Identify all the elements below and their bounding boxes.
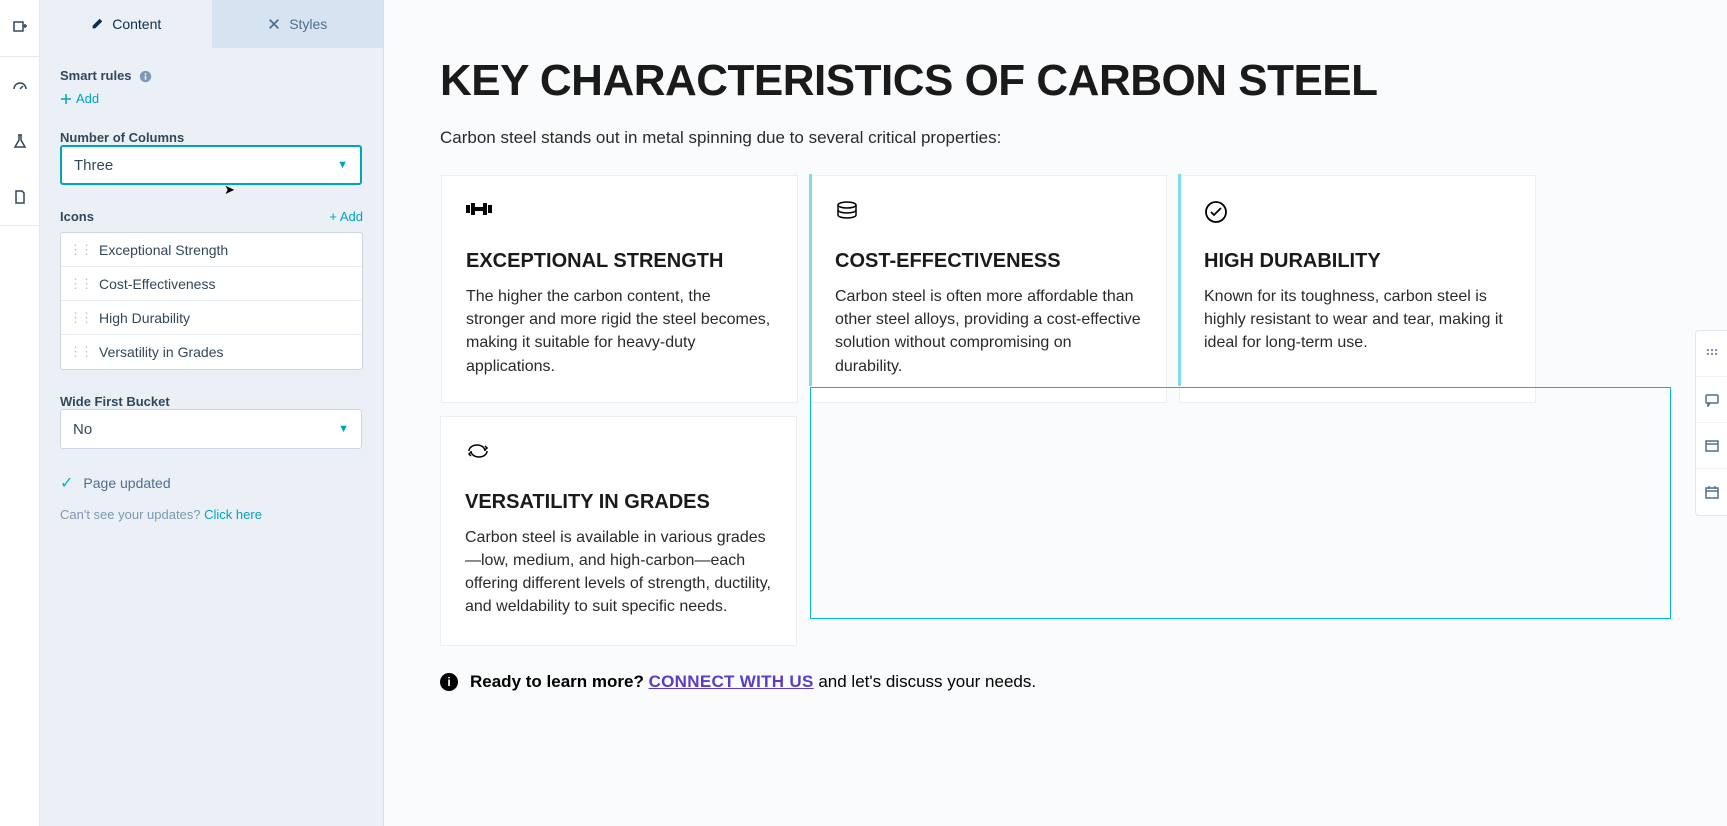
- right-rail: [1695, 330, 1727, 516]
- check-circle-icon: [1204, 200, 1511, 232]
- wide-first-select[interactable]: No ▼: [60, 409, 362, 449]
- drag-handle-icon[interactable]: ⋮⋮: [69, 242, 91, 258]
- wide-first-label: Wide First Bucket: [60, 394, 363, 409]
- hint-text: Can't see your updates? Click here: [60, 507, 363, 522]
- coins-icon: [835, 200, 1142, 232]
- footer-link[interactable]: CONNECT WITH US: [649, 672, 814, 691]
- sidebar-tabs: Content Styles: [40, 0, 383, 48]
- check-icon: ✓: [60, 473, 73, 493]
- card-body: Known for its toughness, carbon steel is…: [1204, 285, 1511, 355]
- rail-calendar-icon[interactable]: [1696, 469, 1727, 515]
- icons-add[interactable]: + Add: [329, 209, 363, 224]
- card-body: Carbon steel is often more affordable th…: [835, 285, 1142, 378]
- tab-content[interactable]: Content: [40, 0, 212, 48]
- list-item[interactable]: ⋮⋮Versatility in Grades: [61, 335, 362, 369]
- icons-label: Icons: [60, 209, 94, 224]
- page-heading: KEY CHARACTERISTICS OF CARBON STEEL: [440, 56, 1671, 106]
- footer-rest: and let's discuss your needs.: [814, 672, 1036, 691]
- rail-window-icon[interactable]: [1696, 423, 1727, 469]
- tab-styles-label: Styles: [289, 16, 327, 32]
- rail-gauge-icon[interactable]: [0, 57, 40, 113]
- card[interactable]: VERSATILITY IN GRADES Carbon steel is av…: [440, 416, 797, 646]
- footer-cta: i Ready to learn more? CONNECT WITH US a…: [440, 672, 1671, 692]
- drag-handle-icon[interactable]: ⋮⋮: [69, 344, 91, 360]
- footer-bold: Ready to learn more?: [470, 672, 644, 691]
- editor-sidebar: Content Styles Smart rules Add Number of…: [40, 0, 384, 826]
- card-title: VERSATILITY IN GRADES: [465, 491, 772, 514]
- list-item[interactable]: ⋮⋮High Durability: [61, 301, 362, 335]
- tab-styles[interactable]: Styles: [212, 0, 384, 48]
- wide-first-value: No: [73, 421, 92, 438]
- chevron-down-icon: ▼: [337, 159, 348, 171]
- columns-label: Number of Columns: [60, 130, 363, 145]
- hint-link[interactable]: Click here: [204, 507, 262, 522]
- preview-canvas: KEY CHARACTERISTICS OF CARBON STEEL Carb…: [384, 0, 1727, 826]
- tab-content-label: Content: [112, 16, 161, 32]
- card-title: EXCEPTIONAL STRENGTH: [466, 250, 773, 273]
- columns-value: Three: [74, 157, 113, 174]
- list-item[interactable]: ⋮⋮Exceptional Strength: [61, 233, 362, 267]
- card-body: Carbon steel is available in various gra…: [465, 526, 772, 619]
- rail-flask-icon[interactable]: [0, 113, 40, 169]
- card[interactable]: EXCEPTIONAL STRENGTH The higher the carb…: [441, 175, 798, 403]
- left-rail: [0, 0, 40, 826]
- card[interactable]: HIGH DURABILITY Known for its toughness,…: [1179, 175, 1536, 403]
- card[interactable]: COST-EFFECTIVENESS Carbon steel is often…: [810, 175, 1167, 403]
- rail-chat-icon[interactable]: [1696, 377, 1727, 423]
- dumbbell-icon: [466, 200, 773, 232]
- drag-handle-icon[interactable]: ⋮⋮: [69, 310, 91, 326]
- rail-file-icon[interactable]: [0, 169, 40, 225]
- card-body: The higher the carbon content, the stron…: [466, 285, 773, 378]
- chevron-down-icon: ▼: [338, 423, 349, 435]
- smart-rules-label: Smart rules: [60, 68, 363, 83]
- icons-list: ⋮⋮Exceptional Strength ⋮⋮Cost-Effectiven…: [60, 232, 363, 370]
- status-row: ✓ Page updated: [60, 473, 363, 493]
- drag-handle-icon[interactable]: ⋮⋮: [69, 276, 91, 292]
- rail-add-icon[interactable]: [0, 0, 40, 56]
- page-lead: Carbon steel stands out in metal spinnin…: [440, 128, 1671, 148]
- cycle-icon: [465, 441, 772, 473]
- columns-select[interactable]: Three ▼: [60, 145, 362, 185]
- info-icon: i: [440, 673, 458, 691]
- card-title: HIGH DURABILITY: [1204, 250, 1511, 273]
- rail-grid-icon[interactable]: [1696, 331, 1727, 377]
- card-title: COST-EFFECTIVENESS: [835, 250, 1142, 273]
- smart-rules-add[interactable]: Add: [60, 91, 363, 106]
- status-text: Page updated: [83, 475, 170, 491]
- cards-grid[interactable]: EXCEPTIONAL STRENGTH The higher the carb…: [440, 174, 1671, 646]
- list-item[interactable]: ⋮⋮Cost-Effectiveness: [61, 267, 362, 301]
- info-icon: [139, 70, 152, 83]
